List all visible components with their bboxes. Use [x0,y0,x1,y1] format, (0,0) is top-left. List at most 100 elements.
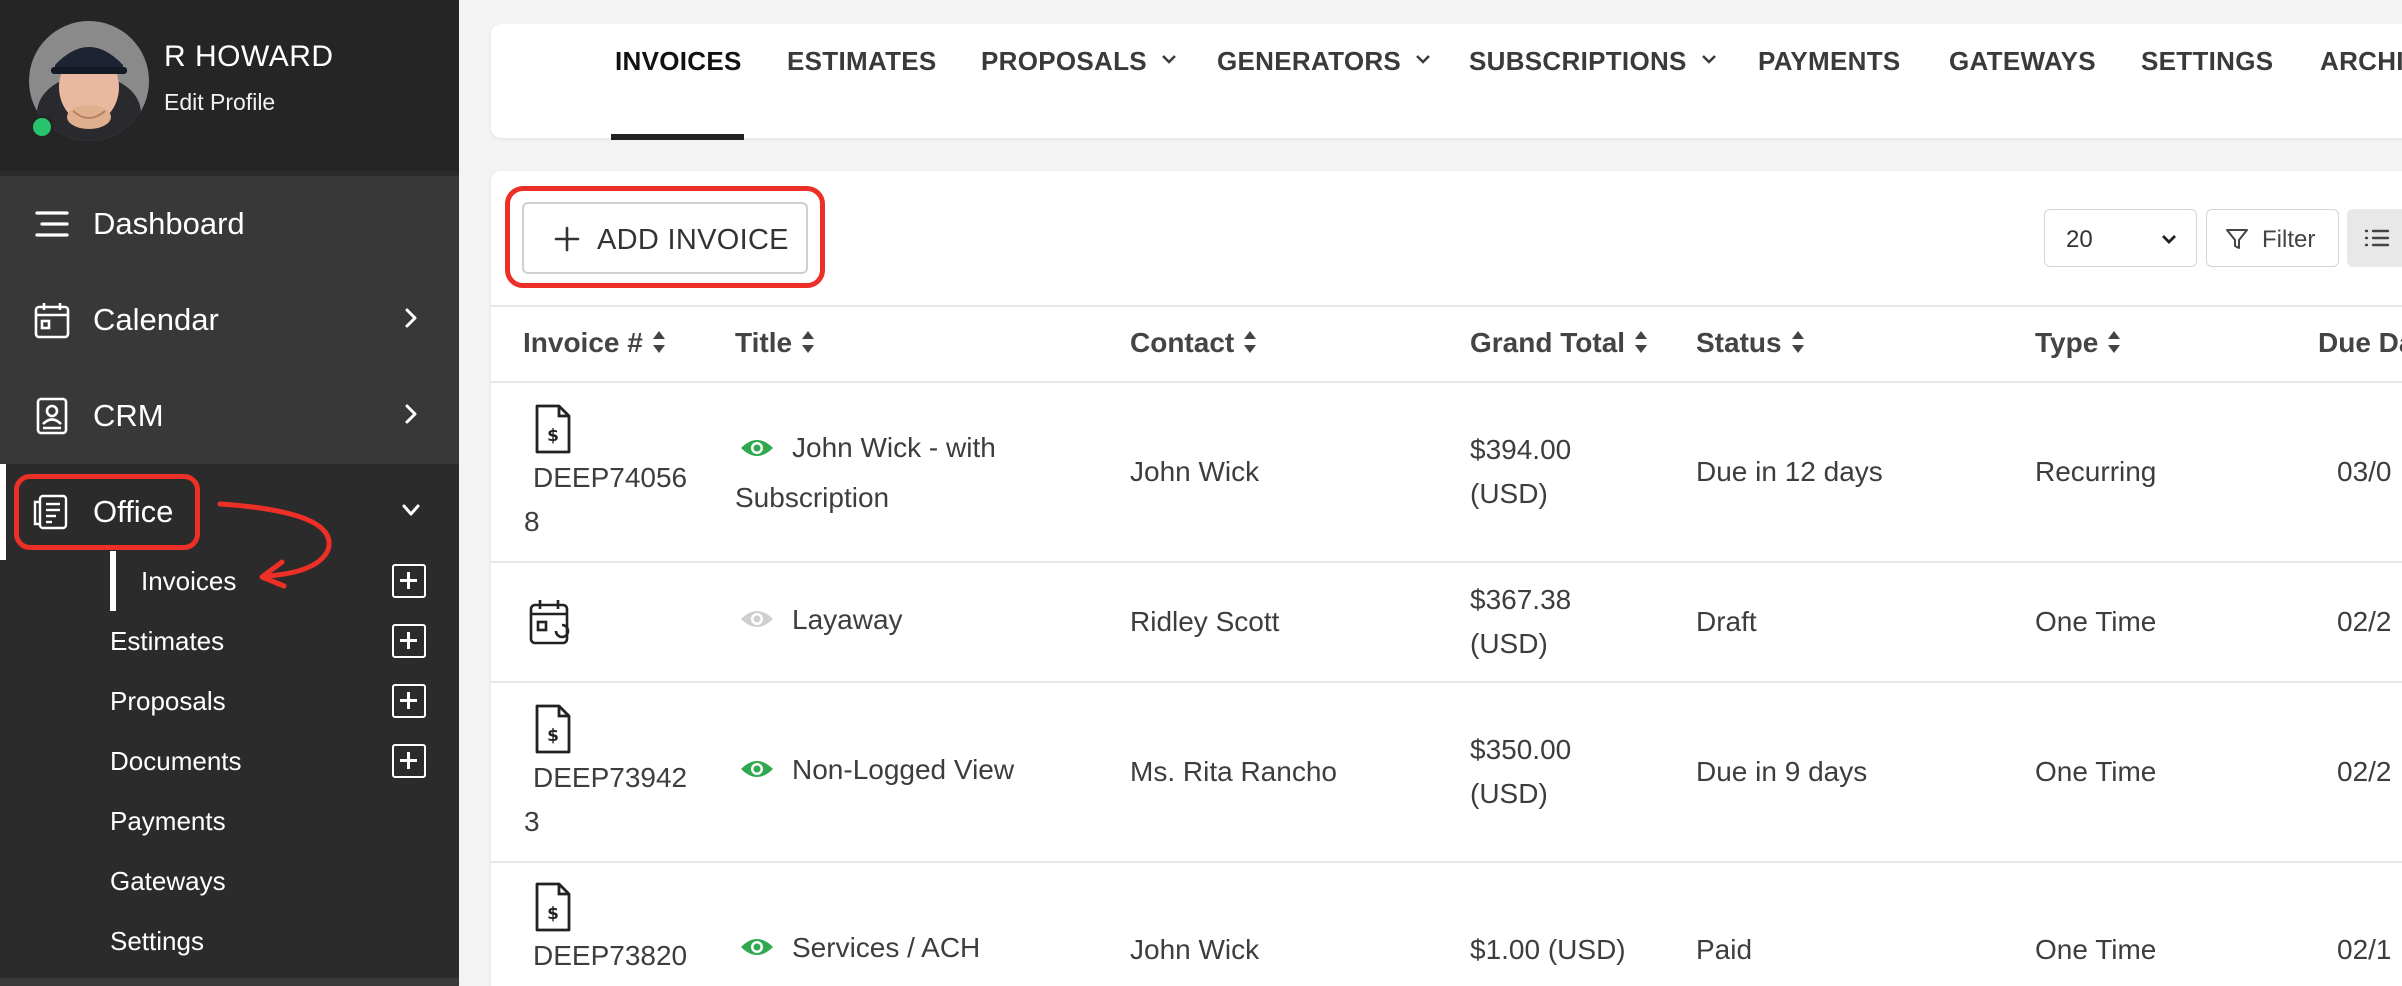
chevron-right-icon [405,404,417,424]
column-header-invoice-number[interactable]: Invoice # [523,327,666,359]
add-estimate-plus-icon[interactable] [392,624,426,658]
status-text: Due in 9 days [1696,756,1868,787]
add-proposal-plus-icon[interactable] [392,684,426,718]
submenu-item-label: Payments [110,806,226,836]
tab-label: GENERATORS [1217,46,1402,76]
add-document-plus-icon[interactable] [392,744,426,778]
chevron-right-icon [405,308,417,328]
calendar-repeat-icon [529,600,570,645]
tab-generators[interactable]: GENERATORS [1217,46,1431,77]
submenu-item-label: Documents [110,746,242,776]
tab-payments[interactable]: PAYMENTS [1758,46,1901,77]
edit-profile-link[interactable]: Edit Profile [164,89,275,116]
type-text: One Time [2035,756,2157,787]
per-page-select[interactable]: 20 [2044,209,2197,267]
contact-name[interactable]: Ridley Scott [1130,600,1279,644]
sort-icon [802,331,815,353]
list-view-icon [2364,229,2390,247]
column-header-title[interactable]: Title [735,327,815,359]
invoice-title-wrap: Subscription [735,482,890,513]
column-header-due-date[interactable]: Due Da [2318,327,2402,359]
type-text: One Time [2035,606,2157,637]
tab-gateways[interactable]: GATEWAYS [1949,46,2096,77]
eye-icon [741,611,773,627]
tab-archive[interactable]: ARCHI [2320,46,2402,77]
column-header-contact[interactable]: Contact [1130,327,1257,359]
invoice-title[interactable]: John Wick - with [792,426,996,470]
profile-section: R HOWARD Edit Profile [0,0,459,171]
column-header-label: Invoice # [523,327,643,358]
tab-invoices[interactable]: INVOICES [615,46,742,77]
eye-icon [741,440,773,456]
sidebar-item-crm[interactable]: CRM [0,368,459,464]
submenu-item-settings[interactable]: Settings [0,911,459,971]
svg-text:$: $ [547,904,559,924]
add-invoice-plus-icon[interactable] [392,564,426,598]
due-date: 02/2 [2337,756,2392,787]
annotation-arrow-icon [217,501,332,589]
invoice-doc-icon: $ [535,882,571,932]
submenu-item-payments[interactable]: Payments [0,791,459,851]
submenu-item-gateways[interactable]: Gateways [0,851,459,911]
column-header-status[interactable]: Status [1696,327,1805,359]
type-text: One Time [2035,934,2157,965]
add-invoice-label: ADD INVOICE [597,224,789,256]
eye-icon [741,939,773,955]
plus-icon [554,226,580,252]
filter-button[interactable]: Filter [2206,209,2339,267]
invoices-panel [491,171,2402,986]
contact-name[interactable]: John Wick [1130,450,1259,494]
divider [491,681,2402,683]
tab-label: PROPOSALS [981,46,1147,76]
divider [491,305,2402,307]
invoice-doc-icon: $ [535,404,571,454]
chevron-down-icon [402,504,420,516]
grand-total-currency: (USD) [1470,628,1548,659]
grand-total-currency: (USD) [1470,478,1548,509]
invoice-number-wrap: 8 [524,506,540,537]
invoice-number[interactable]: DEEP73820 [533,934,687,978]
status-text: Draft [1696,606,1757,637]
list-view-button[interactable] [2347,209,2402,267]
tab-estimates[interactable]: ESTIMATES [787,46,937,77]
sidebar-item-dashboard[interactable]: Dashboard [0,176,459,272]
grand-total: $394.00 [1470,434,1572,465]
divider [491,381,2402,383]
svg-text:$: $ [547,726,559,746]
column-header-label: Type [2035,327,2099,358]
active-tab-indicator [611,134,744,140]
tab-subscriptions[interactable]: SUBSCRIPTIONS [1469,46,1717,77]
add-invoice-button[interactable]: ADD INVOICE [522,202,808,274]
contact-name[interactable]: Ms. Rita Rancho [1130,750,1337,794]
chevron-down-icon [1162,55,1176,64]
submenu-item-documents[interactable]: Documents [0,731,459,791]
contact-name[interactable]: John Wick [1130,928,1259,972]
sidebar-item-calendar[interactable]: Calendar [0,272,459,368]
grand-total: $1.00 (USD) [1470,934,1626,965]
submenu-item-proposals[interactable]: Proposals [0,671,459,731]
filter-funnel-icon [2226,229,2248,249]
invoice-title[interactable]: Services / ACH [792,926,980,970]
tab-proposals[interactable]: PROPOSALS [981,46,1177,77]
svg-text:$: $ [547,426,559,446]
sort-icon [1791,331,1804,353]
invoice-title[interactable]: Layaway [792,598,903,642]
column-header-type[interactable]: Type [2035,327,2121,359]
status-text: Paid [1696,934,1753,965]
invoice-title[interactable]: Non-Logged View [792,748,1014,792]
per-page-value: 20 [2066,226,2093,253]
column-header-label: Grand Total [1470,327,1626,358]
tab-label: SUBSCRIPTIONS [1469,46,1687,76]
tab-settings[interactable]: SETTINGS [2141,46,2273,77]
invoice-number[interactable]: DEEP73942 [533,756,687,800]
column-header-grand-total[interactable]: Grand Total [1470,327,1648,359]
submenu-item-estimates[interactable]: Estimates [0,611,459,671]
sort-icon [2108,331,2121,353]
chevron-down-icon [2162,235,2176,244]
invoice-number-wrap: 3 [524,806,540,837]
chevron-down-icon [1416,55,1430,64]
invoice-number[interactable]: DEEP74056 [533,456,687,500]
filter-label: Filter [2262,226,2316,253]
contact-card-icon [36,397,68,435]
chevron-down-icon [1701,55,1716,64]
